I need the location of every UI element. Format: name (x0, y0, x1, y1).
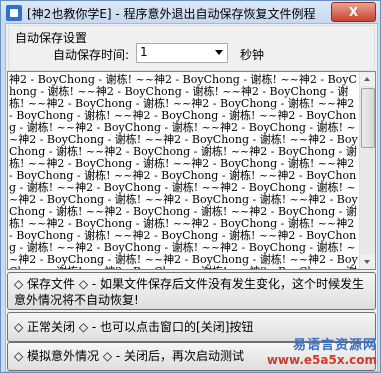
main-window: [神2也教你学E] - 程序意外退出自动保存恢复文件例程 X 自动保存设置 自动… (0, 0, 381, 373)
vertical-scrollbar[interactable] (359, 72, 375, 269)
editor-textarea[interactable]: 神2 - BoyChong - 谢栋! ~~神2 - BoyChong - 谢栋… (7, 71, 376, 270)
scroll-up-icon[interactable] (360, 72, 375, 86)
unit-label: 秒钟 (240, 48, 265, 62)
interval-select[interactable]: 1 (136, 43, 228, 63)
watermark-site-name: 易语言资源网 (292, 338, 377, 353)
title-bar[interactable]: [神2也教你学E] - 程序意外退出自动保存恢复文件例程 X (1, 1, 380, 23)
scroll-down-icon[interactable] (360, 255, 375, 269)
editor-text: 神2 - BoyChong - 谢栋! ~~神2 - BoyChong - 谢栋… (9, 73, 358, 270)
watermark-url: www.e5a5x.com (266, 353, 377, 367)
normal-close-label: ◇ 正常关闭 ◇ - 也可以点击窗口的[关闭]按钮 (14, 320, 254, 334)
save-file-label: ◇ 保存文件 ◇ - 如果文件保存后文件没有发生变化，这个时候发生意外情况将不自… (14, 277, 365, 307)
site-watermark: 易语言资源网 www.e5a5x.com (267, 334, 377, 367)
autosave-group-label: 自动保存设置 (13, 29, 90, 46)
window-title: [神2也教你学E] - 程序意外退出自动保存恢复文件例程 (27, 7, 316, 21)
scroll-thumb[interactable] (361, 88, 375, 148)
app-icon (6, 5, 22, 21)
client-area: 自动保存设置 自动保存时间: 1 秒钟 神2 - BoyChong - 谢栋! … (5, 23, 378, 372)
save-file-button[interactable]: ◇ 保存文件 ◇ - 如果文件保存后文件没有发生变化，这个时候发生意外情况将不自… (7, 272, 376, 310)
autosave-group: 自动保存设置 自动保存时间: 1 秒钟 (8, 25, 375, 71)
close-button[interactable]: X (331, 2, 376, 22)
chevron-down-icon[interactable] (215, 50, 223, 55)
interval-label: 自动保存时间: (53, 48, 130, 62)
interval-value: 1 (140, 45, 148, 59)
